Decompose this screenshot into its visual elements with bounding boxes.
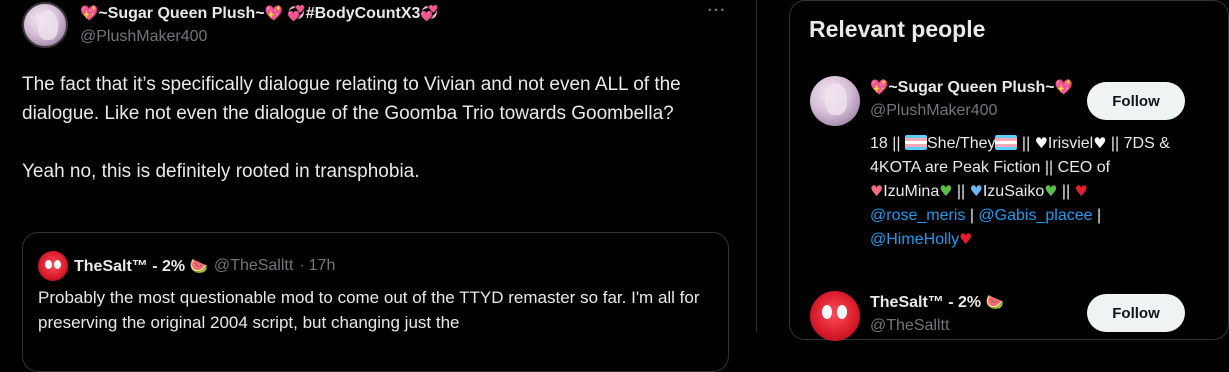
bio-text: || <box>952 183 970 200</box>
bio-text: She/They <box>927 135 996 152</box>
sparkle-heart-icon: 💖 <box>1054 79 1073 96</box>
person-name[interactable]: 💖~Sugar Queen Plush~💖 <box>870 78 1095 97</box>
sparkle-heart-icon: 💖 <box>264 5 283 22</box>
revolving-hearts-icon: 💞 <box>287 5 306 22</box>
transgender-flag-icon <box>905 135 927 150</box>
quote-header: TheSalt™ - 2% 🍉 @TheSalltt · 17h <box>38 251 335 281</box>
follow-button[interactable]: Follow <box>1087 294 1185 332</box>
bio-text: IzuSaiko <box>982 183 1045 200</box>
panel-title: Relevant people <box>809 16 986 42</box>
bio-text: | <box>965 207 979 224</box>
pink-heart-icon: ♥ <box>870 183 884 200</box>
person-handle[interactable]: @TheSalltt <box>870 317 949 335</box>
bio-text: | <box>1092 207 1102 224</box>
watermelon-icon: 🍉 <box>189 257 208 275</box>
more-options-icon[interactable]: ··· <box>706 2 728 22</box>
blue-heart-icon: ♥ <box>969 183 983 200</box>
mention-link[interactable]: @Gabis_placee <box>978 207 1092 224</box>
sparkle-heart-icon: 💖 <box>80 5 99 22</box>
quote-author-name: TheSalt™ - 2% 🍉 <box>74 257 208 276</box>
bio-text: 18 || <box>870 135 905 152</box>
bio-text: || <box>1017 135 1035 152</box>
bio-text: IzuMina <box>883 183 940 200</box>
author-display-name[interactable]: 💖~Sugar Queen Plush~💖 💞#BodyCountX3💞 <box>80 4 439 24</box>
author-handle[interactable]: @PlushMaker400 <box>80 26 439 48</box>
quote-separator: · <box>299 257 305 274</box>
white-heart-icon: ♥ <box>1093 135 1107 152</box>
person-name[interactable]: TheSalt™ - 2% 🍉 <box>870 293 1095 312</box>
quoted-post[interactable]: TheSalt™ - 2% 🍉 @TheSalltt · 17h Probabl… <box>22 232 729 372</box>
person-avatar[interactable] <box>810 291 860 341</box>
follow-button[interactable]: Follow <box>1087 82 1185 120</box>
green-heart-icon: ♥ <box>1044 183 1058 200</box>
bio-text: Irisviel <box>1047 135 1094 152</box>
author-avatar[interactable] <box>22 2 68 48</box>
bio-text: || <box>1057 183 1075 200</box>
red-heart-icon: ♥ <box>959 231 973 248</box>
quote-author-avatar[interactable] <box>38 251 68 281</box>
mention-link[interactable]: @rose_meris <box>870 207 965 224</box>
green-heart-icon: ♥ <box>939 183 953 200</box>
red-heart-icon: ♥ <box>1074 183 1088 200</box>
person-handle[interactable]: @PlushMaker400 <box>870 102 997 120</box>
revolving-hearts-icon: 💞 <box>420 5 439 22</box>
person-name-text: TheSalt™ - 2% <box>870 294 982 311</box>
author-names: 💖~Sugar Queen Plush~💖 💞#BodyCountX3💞 @Pl… <box>80 4 439 48</box>
person-avatar[interactable] <box>810 76 860 126</box>
quote-author-handle: @TheSalltt <box>213 257 294 274</box>
author-name-suffix: #BodyCountX3 <box>305 5 421 22</box>
post-header: 💖~Sugar Queen Plush~💖 💞#BodyCountX3💞 @Pl… <box>22 2 439 48</box>
quote-time[interactable]: 17h <box>309 257 336 275</box>
post-text: The fact that it’s specifically dialogue… <box>22 74 681 182</box>
quote-author-name-text: TheSalt™ - 2% <box>74 257 186 275</box>
author-name-text: ~Sugar Queen Plush~ <box>98 5 265 22</box>
main-timeline: 💖~Sugar Queen Plush~💖 💞#BodyCountX3💞 @Pl… <box>0 0 757 372</box>
sparkle-heart-icon: 💖 <box>870 79 889 96</box>
relevant-people-panel: Relevant people 💖~Sugar Queen Plush~💖 @P… <box>789 0 1229 341</box>
white-heart-icon: ♥ <box>1034 135 1048 152</box>
person-bio: 18 || She/They || ♥Irisviel♥ || 7DS & 4K… <box>870 132 1170 252</box>
watermelon-icon: 🍉 <box>985 294 1004 311</box>
person-name-text: ~Sugar Queen Plush~ <box>888 79 1055 96</box>
mention-link[interactable]: @HimeHolly <box>870 231 959 248</box>
quote-text: Probably the most questionable mod to co… <box>38 288 700 332</box>
transgender-flag-icon <box>995 135 1018 150</box>
